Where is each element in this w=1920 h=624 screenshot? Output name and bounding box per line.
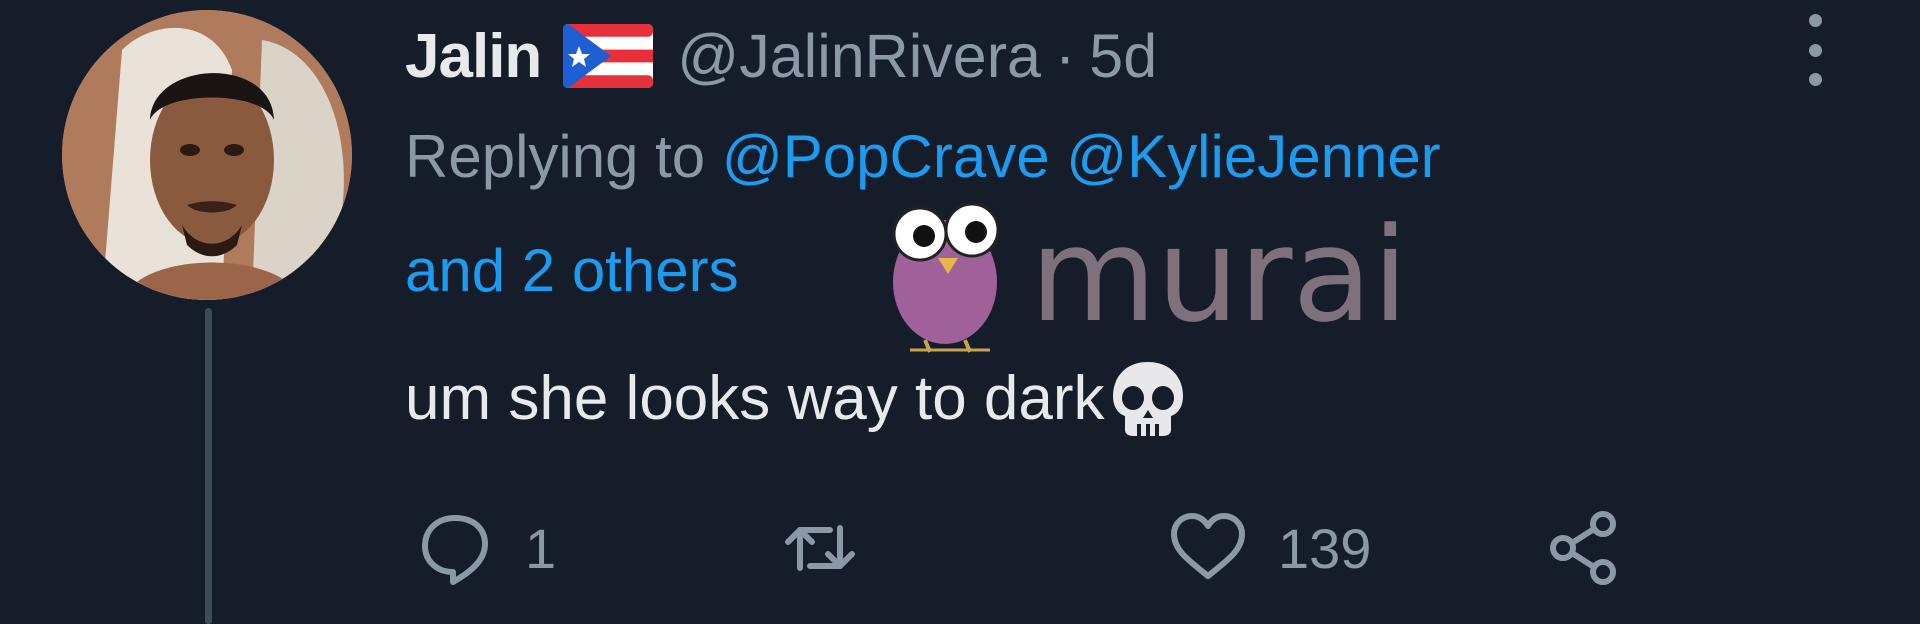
owl-icon: [892, 202, 1000, 353]
like-count: 139: [1278, 516, 1372, 580]
author-name[interactable]: Jalin: [405, 21, 542, 92]
others-link[interactable]: and 2 others: [405, 237, 739, 304]
share-button[interactable]: [1545, 508, 1625, 588]
more-options-icon[interactable]: [1790, 10, 1840, 90]
retweet-button[interactable]: [780, 508, 890, 588]
heart-icon: [1168, 508, 1248, 588]
mention-link[interactable]: @KylieJenner: [1066, 123, 1440, 190]
replying-to: Replying to @PopCrave @KylieJenner: [405, 122, 1441, 191]
avatar[interactable]: [62, 10, 352, 300]
tweet-text: um she looks way to dark: [405, 358, 1187, 438]
tweet-header: Jalin @JalinRivera · 5d: [405, 20, 1157, 92]
action-bar: 1 139: [0, 508, 1920, 588]
reply-icon: [415, 508, 495, 588]
author-handle[interactable]: @JalinRivera: [677, 21, 1041, 91]
retweet-icon: [780, 508, 860, 588]
reply-count: 1: [525, 516, 557, 580]
replying-to-others: and 2 others: [405, 236, 739, 305]
mention-link[interactable]: @PopCrave: [722, 123, 1050, 190]
header-separator: ·: [1054, 22, 1076, 90]
share-icon: [1545, 508, 1625, 588]
puerto-rico-flag-icon: [563, 24, 654, 88]
tweet-timestamp[interactable]: 5d: [1089, 21, 1157, 91]
watermark-text: murai: [1030, 199, 1408, 351]
avatar-image: [62, 10, 352, 300]
tweet[interactable]: Jalin @JalinRivera · 5d Replying to @Pop…: [0, 0, 1920, 624]
like-button[interactable]: 139: [1168, 508, 1371, 588]
watermark: murai: [870, 190, 1530, 360]
replying-to-label: Replying to: [405, 123, 722, 190]
tweet-body: um she looks way to dark: [405, 363, 1105, 433]
reply-button[interactable]: 1: [415, 508, 556, 588]
skull-emoji-icon: [1109, 358, 1187, 438]
